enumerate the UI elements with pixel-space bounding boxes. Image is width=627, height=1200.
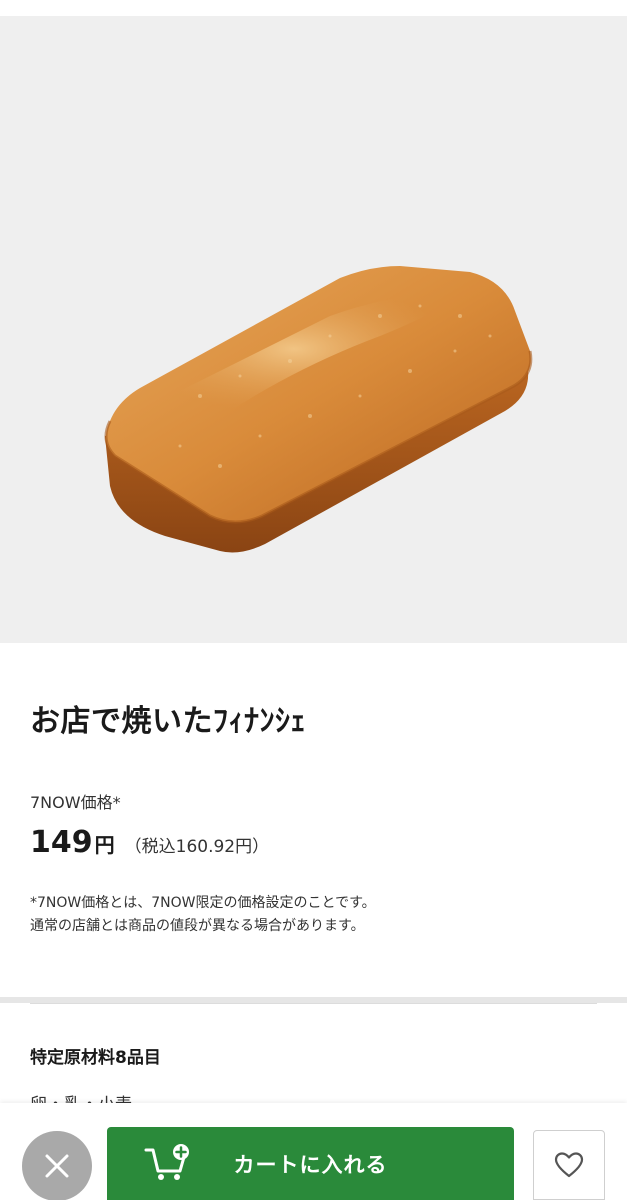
heart-icon [554, 1152, 584, 1178]
add-to-cart-label: カートに入れる [233, 1152, 388, 1177]
price-value: 149 [30, 825, 93, 860]
section-divider-line [30, 1003, 597, 1004]
price-row: 149 円 （税込160.92円） [30, 825, 269, 860]
price-note: *7NOW価格とは、7NOW限定の価格設定のことです。 通常の店舗とは商品の値段… [30, 892, 376, 938]
price-note-line1: *7NOW価格とは、7NOW限定の価格設定のことです。 [30, 895, 376, 911]
cart-plus-icon [144, 1144, 189, 1180]
allergen-heading: 特定原材料8品目 [30, 1048, 161, 1068]
price-tax-included: （税込160.92円） [124, 837, 270, 857]
close-icon [45, 1154, 69, 1178]
close-button[interactable] [22, 1131, 92, 1200]
add-to-cart-button[interactable]: カートに入れる [107, 1127, 514, 1200]
product-image [0, 16, 627, 643]
price-currency: 円 [94, 833, 115, 857]
price-note-line2: 通常の店舗とは商品の値段が異なる場合があります。 [30, 918, 365, 934]
financier-illustration [104, 266, 533, 553]
favorite-button[interactable] [533, 1130, 605, 1200]
product-title: お店で焼いたﾌｨﾅﾝｼｪ [30, 704, 306, 739]
top-strip [0, 0, 627, 16]
price-label: 7NOW価格* [30, 793, 121, 812]
